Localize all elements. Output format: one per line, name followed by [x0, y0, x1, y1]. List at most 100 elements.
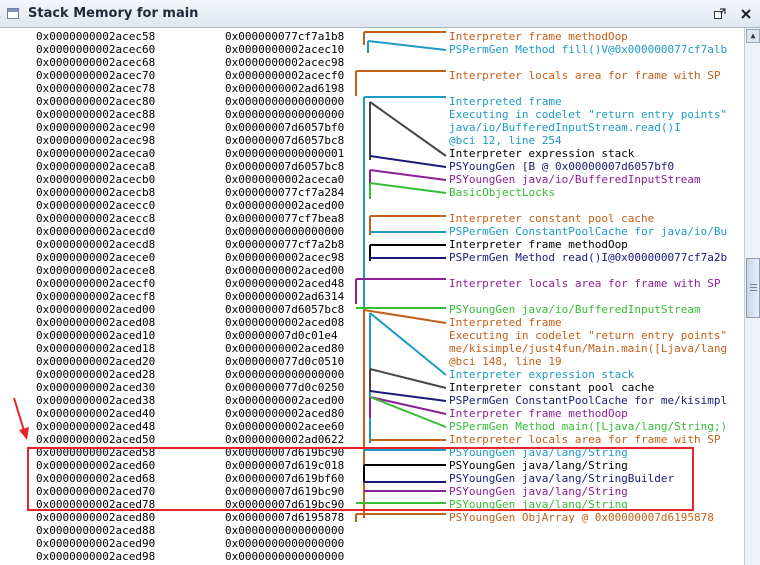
- value-cell: 0x000000077cf7a284: [225, 186, 345, 199]
- table-row[interactable]: 0x0000000002acece8 0x0000000002aced00: [0, 264, 744, 277]
- address-cell: 0x0000000002acecb8: [36, 186, 156, 199]
- value-cell: 0x0000000002ad6198: [225, 82, 345, 95]
- annotation-text: @bci 12, line 254: [449, 134, 562, 147]
- value-cell: 0x000000077d0c0250: [225, 381, 345, 394]
- vertical-scrollbar[interactable]: ▲: [744, 28, 760, 565]
- restore-icon[interactable]: [712, 6, 728, 22]
- address-cell: 0x0000000002acecf8: [36, 290, 156, 303]
- table-row[interactable]: 0x0000000002acecb0 0x0000000002aceca0 PSYo…: [0, 173, 744, 186]
- value-cell: 0x00000007d619bc90: [225, 485, 345, 498]
- table-row[interactable]: 0x0000000002acec88 0x0000000000000000 Exec…: [0, 108, 744, 121]
- address-cell: 0x0000000002aced70: [36, 485, 156, 498]
- value-cell: 0x0000000002aced00: [225, 394, 345, 407]
- window-titlebar[interactable]: Stack Memory for main: [0, 0, 760, 28]
- table-row[interactable]: 0x0000000002aced20 0x000000077d0c0510 @bci…: [0, 355, 744, 368]
- annotation-text: Interpreter locals area for frame with S…: [449, 277, 721, 290]
- table-row[interactable]: 0x0000000002aced18 0x0000000002aced80 me/k…: [0, 342, 744, 355]
- address-cell: 0x0000000002aced48: [36, 420, 156, 433]
- table-row[interactable]: 0x0000000002acece0 0x0000000002acec98 PSPe…: [0, 251, 744, 264]
- value-cell: 0x000000077cf7bea8: [225, 212, 345, 225]
- table-row[interactable]: 0x0000000002aced40 0x0000000002aced80 Inte…: [0, 407, 744, 420]
- table-row[interactable]: 0x0000000002aceca0 0x0000000000000001 Inte…: [0, 147, 744, 160]
- address-cell: 0x0000000002acec90: [36, 121, 156, 134]
- table-row[interactable]: 0x0000000002aced30 0x000000077d0c0250 Inte…: [0, 381, 744, 394]
- value-cell: 0x00000007d6057bc8: [225, 160, 345, 173]
- value-cell: 0x0000000002ad6314: [225, 290, 345, 303]
- annotation-text: Interpreter expression stack: [449, 147, 635, 160]
- address-cell: 0x0000000002aced98: [36, 550, 156, 563]
- table-row[interactable]: 0x0000000002aced88 0x0000000000000000: [0, 524, 744, 537]
- address-cell: 0x0000000002acec88: [36, 108, 156, 121]
- value-cell: 0x0000000000000000: [225, 225, 345, 238]
- address-cell: 0x0000000002acecf0: [36, 277, 156, 290]
- table-row[interactable]: 0x0000000002aceca8 0x00000007d6057bc8 PSYo…: [0, 160, 744, 173]
- table-row[interactable]: 0x0000000002acecc8 0x000000077cf7bea8 Inte…: [0, 212, 744, 225]
- table-row[interactable]: 0x0000000002acecd8 0x000000077cf7a2b8 Inte…: [0, 238, 744, 251]
- value-cell: 0x0000000002acee60: [225, 420, 345, 433]
- table-row[interactable]: 0x0000000002acecf0 0x0000000002aced48 Inte…: [0, 277, 744, 290]
- value-cell: 0x0000000002acec10: [225, 43, 345, 56]
- address-cell: 0x0000000002aced58: [36, 446, 156, 459]
- annotation-text: Executing in codelet "return entry point…: [449, 329, 728, 342]
- annotation-text: java/io/BufferedInputStream.read()I: [449, 121, 681, 134]
- table-row[interactable]: 0x0000000002acec58 0x000000077cf7a1b8 Inte…: [0, 30, 744, 43]
- table-row[interactable]: 0x0000000002acec78 0x0000000002ad6198: [0, 82, 744, 95]
- annotation-text: PSYoungGen java/lang/String: [449, 459, 628, 472]
- table-row[interactable]: 0x0000000002aced28 0x0000000000000000 Inte…: [0, 368, 744, 381]
- address-cell: 0x0000000002acec80: [36, 95, 156, 108]
- address-cell: 0x0000000002aced10: [36, 329, 156, 342]
- value-cell: 0x0000000002aced80: [225, 342, 345, 355]
- table-row[interactable]: 0x0000000002aced70 0x00000007d619bc90 PSYo…: [0, 485, 744, 498]
- table-row[interactable]: 0x0000000002aced80 0x00000007d6195878 PSYo…: [0, 511, 744, 524]
- stack-memory-table[interactable]: 0x0000000002acec58 0x000000077cf7a1b8 Inte…: [0, 28, 744, 565]
- table-row[interactable]: 0x0000000002aced10 0x00000007d0c01e4 Execu…: [0, 329, 744, 342]
- red-arrow-icon: [13, 397, 29, 440]
- annotation-text: PSYoungGen java/lang/String: [449, 485, 628, 498]
- address-cell: 0x0000000002aced60: [36, 459, 156, 472]
- address-cell: 0x0000000002acece0: [36, 251, 156, 264]
- table-row[interactable]: 0x0000000002acecd0 0x0000000000000000 PSPe…: [0, 225, 744, 238]
- scrollbar-thumb[interactable]: [746, 258, 760, 318]
- table-row[interactable]: 0x0000000002aced90 0x0000000000000000: [0, 537, 744, 550]
- table-row[interactable]: 0x0000000002aced50 0x0000000002ad0622 Inte…: [0, 433, 744, 446]
- table-row[interactable]: 0x0000000002aced68 0x00000007d619bf60 PSYo…: [0, 472, 744, 485]
- table-row[interactable]: 0x0000000002acec98 0x00000007d6057bc8 @bci…: [0, 134, 744, 147]
- value-cell: 0x0000000000000000: [225, 550, 345, 563]
- value-cell: 0x000000077cf7a1b8: [225, 30, 345, 43]
- table-row[interactable]: 0x0000000002acec90 0x00000007d6057bf0 java…: [0, 121, 744, 134]
- address-cell: 0x0000000002acece8: [36, 264, 156, 277]
- value-cell: 0x0000000002aceca0: [225, 173, 345, 186]
- close-icon[interactable]: [738, 6, 754, 22]
- address-cell: 0x0000000002aced30: [36, 381, 156, 394]
- value-cell: 0x0000000002aced00: [225, 264, 345, 277]
- table-row[interactable]: 0x0000000002aced38 0x0000000002aced00 PSPe…: [0, 394, 744, 407]
- table-row[interactable]: 0x0000000002acecc0 0x0000000002aced00: [0, 199, 744, 212]
- value-cell: 0x00000007d619bc90: [225, 498, 345, 511]
- table-row[interactable]: 0x0000000002acec68 0x0000000002acec98: [0, 56, 744, 69]
- table-row[interactable]: 0x0000000002acec70 0x0000000002acecf0 Inte…: [0, 69, 744, 82]
- scroll-up-icon[interactable]: ▲: [746, 29, 760, 43]
- table-row[interactable]: 0x0000000002acecf8 0x0000000002ad6314: [0, 290, 744, 303]
- annotation-text: Interpreter frame methodOop: [449, 238, 628, 251]
- table-row[interactable]: 0x0000000002aced60 0x00000007d619c018 PSYo…: [0, 459, 744, 472]
- annotation-text: PSPermGen ConstantPoolCache for me/kisim…: [449, 394, 728, 407]
- value-cell: 0x0000000000000000: [225, 537, 345, 550]
- value-cell: 0x00000007d619bc90: [225, 446, 345, 459]
- table-row[interactable]: 0x0000000002aced78 0x00000007d619bc90 PSYo…: [0, 498, 744, 511]
- value-cell: 0x000000077d0c0510: [225, 355, 345, 368]
- address-cell: 0x0000000002aceca8: [36, 160, 156, 173]
- table-row[interactable]: 0x0000000002aced48 0x0000000002acee60 PSPe…: [0, 420, 744, 433]
- address-cell: 0x0000000002aced38: [36, 394, 156, 407]
- table-row[interactable]: 0x0000000002acec80 0x0000000000000000 Inte…: [0, 95, 744, 108]
- value-cell: 0x0000000002aced00: [225, 199, 345, 212]
- address-cell: 0x0000000002aced50: [36, 433, 156, 446]
- table-row[interactable]: 0x0000000002aced00 0x00000007d6057bc8 PSYo…: [0, 303, 744, 316]
- table-row[interactable]: 0x0000000002aced98 0x0000000000000000: [0, 550, 744, 563]
- annotation-text: PSYoungGen java/io/BufferedInputStream: [449, 173, 701, 186]
- table-row[interactable]: 0x0000000002acecb8 0x000000077cf7a284 Basi…: [0, 186, 744, 199]
- address-cell: 0x0000000002acecb0: [36, 173, 156, 186]
- table-row[interactable]: 0x0000000002aced58 0x00000007d619bc90 PSYo…: [0, 446, 744, 459]
- value-cell: 0x0000000000000001: [225, 147, 345, 160]
- table-row[interactable]: 0x0000000002aced08 0x0000000002aced08 Inte…: [0, 316, 744, 329]
- table-row[interactable]: 0x0000000002acec60 0x0000000002acec10 PSPe…: [0, 43, 744, 56]
